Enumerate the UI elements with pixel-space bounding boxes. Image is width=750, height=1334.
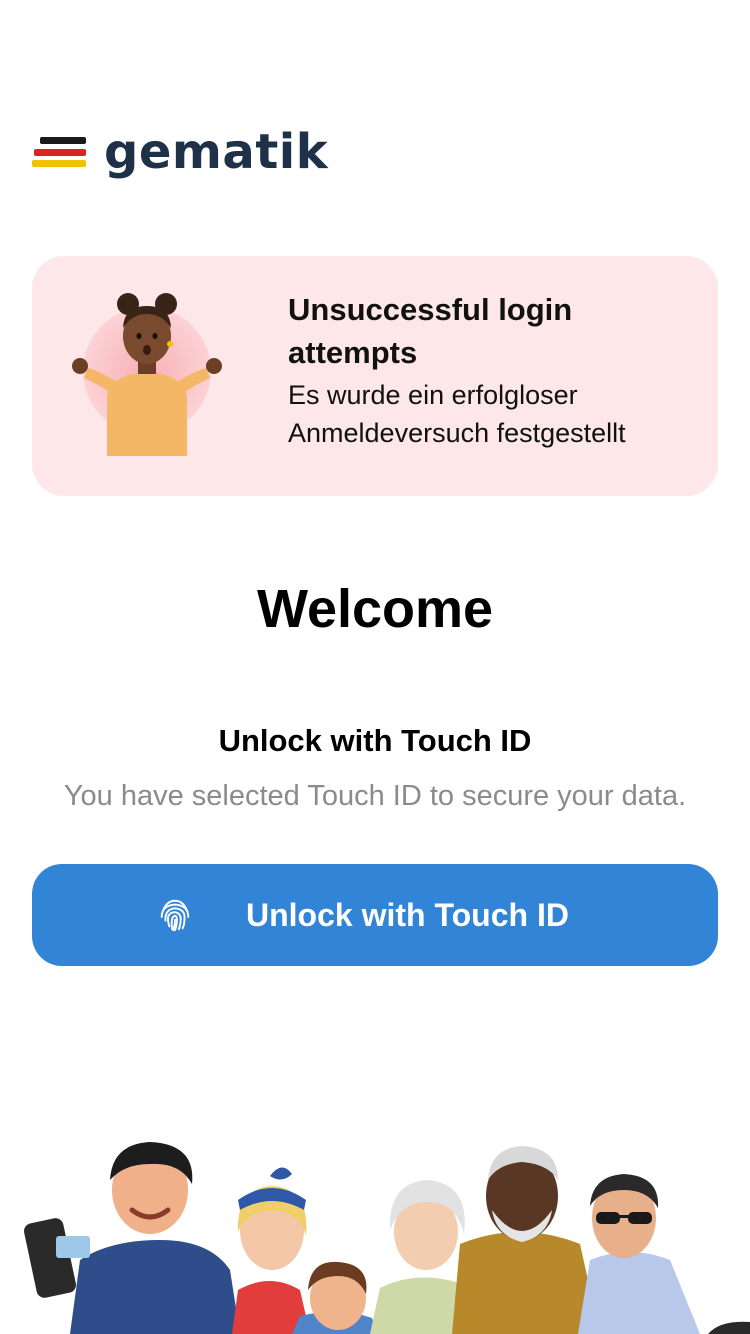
unlock-button-label: Unlock with Touch ID: [246, 897, 569, 933]
unlock-heading: Unlock with Touch ID: [218, 723, 532, 758]
unlock-screen: gematik Unsuccessful login attempts Es w…: [0, 0, 750, 1334]
gematik-logo: gematik: [32, 122, 328, 182]
shrugging-person-illustration: [72, 293, 222, 456]
unsuccessful-login-alert: Unsuccessful login attempts Es wurde ein…: [32, 256, 718, 496]
unlock-description: You have selected Touch ID to secure you…: [63, 780, 687, 812]
unlock-with-touch-id-button[interactable]: Unlock with Touch ID: [32, 864, 718, 966]
alert-message: Es wurde ein erfolgloser Anmeldeversuch …: [288, 380, 626, 448]
group-of-people-illustration: [24, 1142, 750, 1334]
welcome-title: Welcome: [256, 579, 494, 639]
fingerprint-icon: [160, 899, 190, 932]
logo-stripes-icon: [32, 137, 86, 167]
alert-title: Unsuccessful login attempts: [288, 292, 573, 370]
logo-text: gematik: [104, 124, 329, 180]
